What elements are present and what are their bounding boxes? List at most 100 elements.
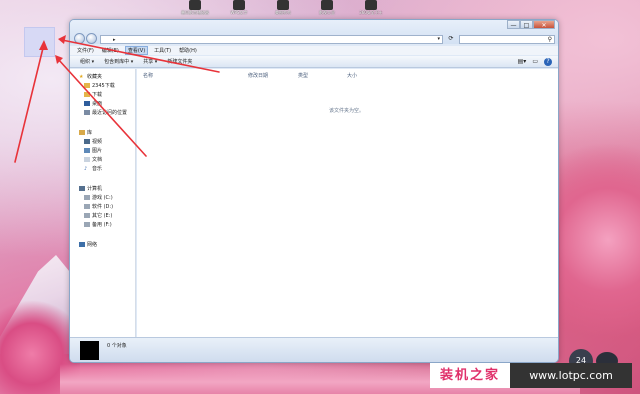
- desktop-icon: [84, 101, 90, 106]
- sidebar-item-documents[interactable]: 文档: [84, 156, 102, 163]
- breadcrumb-arrow-icon[interactable]: ▸: [113, 37, 116, 43]
- sidebar-favorites[interactable]: ★ 收藏夹: [79, 73, 102, 80]
- network-icon: [79, 242, 85, 247]
- desktop-selected-item[interactable]: [24, 27, 55, 57]
- column-header-type[interactable]: 类型: [298, 72, 308, 79]
- column-header-name[interactable]: 名称: [143, 72, 153, 79]
- menu-view[interactable]: 查看(V): [124, 46, 149, 55]
- sidebar-network[interactable]: 网络: [79, 241, 97, 248]
- annotation-arrowhead: [55, 55, 63, 64]
- navigation-pane: ★ 收藏夹 2345下载 下载 桌面 最近访问的位置 库 视频 图片 文档 ♪ 音乐…: [70, 69, 136, 338]
- desktop-icon-1[interactable]: 暴风影音播放器: [178, 0, 212, 18]
- window-titlebar[interactable]: ▸ ▾ ⟳ ⚲ — □ ✕: [70, 20, 558, 44]
- chevron-down-icon[interactable]: ▾: [437, 36, 440, 42]
- desktop-icon-label: 美图秀秀: [275, 10, 291, 15]
- desktop-icon-label: WPS文字: [230, 10, 248, 15]
- desktop-icon-4[interactable]: 影视大全: [310, 0, 344, 18]
- recent-places-icon: [84, 110, 90, 115]
- desktop-icon-3[interactable]: 美图秀秀: [266, 0, 300, 18]
- app-icon: [233, 0, 245, 10]
- watermark-cn: 装机之家: [430, 363, 510, 388]
- menu-file[interactable]: 文件(F): [75, 47, 96, 54]
- column-header-size[interactable]: 大小: [347, 72, 357, 79]
- new-folder-button[interactable]: 新建文件夹: [167, 58, 192, 65]
- file-list-pane[interactable]: 名称 修改日期 类型 大小 该文件夹为空。: [137, 69, 558, 338]
- window-controls: — □ ✕: [507, 20, 555, 29]
- sidebar-item-2345-download[interactable]: 2345下载: [84, 82, 115, 89]
- desktop-icon-label: 影视大全: [319, 10, 335, 15]
- include-in-library-button[interactable]: 包含到库中 ▾: [104, 58, 133, 65]
- menu-edit[interactable]: 编辑(E): [100, 47, 121, 54]
- sidebar-item-label: 库: [87, 130, 93, 136]
- folder-thumbnail: [80, 341, 99, 360]
- empty-folder-message: 该文件夹为空。: [329, 108, 365, 114]
- app-icon: [189, 0, 201, 10]
- desktop-icon-label: 360安全卫士: [359, 10, 383, 15]
- sidebar-item-label: 计算机: [87, 186, 103, 192]
- computer-icon: [79, 186, 85, 191]
- menu-help[interactable]: 帮助(H): [177, 47, 199, 54]
- star-icon: ★: [79, 74, 84, 80]
- menu-bar: 文件(F) 编辑(E) 查看(V) 工具(T) 帮助(H): [70, 46, 558, 55]
- folder-icon: [84, 92, 90, 97]
- watermark-url: www.lotpc.com: [510, 363, 632, 388]
- help-icon[interactable]: ?: [544, 58, 552, 66]
- sidebar-item-label: 视频: [92, 139, 103, 145]
- sidebar-item-label: 收藏夹: [87, 74, 103, 80]
- view-options-icon[interactable]: ▤▾: [518, 58, 527, 66]
- drive-icon: [84, 204, 90, 209]
- video-icon: [84, 139, 90, 144]
- drive-icon: [84, 195, 90, 200]
- refresh-icon[interactable]: ⟳: [446, 35, 456, 44]
- wallpaper-blossom-right: [560, 120, 640, 360]
- close-button[interactable]: ✕: [533, 20, 555, 29]
- sidebar-item-label: 文档: [92, 157, 103, 163]
- document-icon: [84, 157, 90, 162]
- sidebar-item-recent-places[interactable]: 最近访问的位置: [84, 109, 127, 116]
- annotation-arrow-line: [14, 43, 45, 163]
- sidebar-item-drive-c[interactable]: 游戏 (C:): [84, 194, 113, 201]
- menu-tools[interactable]: 工具(T): [152, 47, 173, 54]
- sidebar-item-label: 游戏 (C:): [92, 195, 113, 201]
- sidebar-item-label: 图片: [92, 148, 103, 154]
- sidebar-item-label: 软件 (D:): [92, 204, 114, 210]
- app-icon: [277, 0, 289, 10]
- sidebar-item-videos[interactable]: 视频: [84, 138, 102, 145]
- status-bar: 0 个对象: [70, 337, 558, 362]
- watermark: 装机之家 www.lotpc.com: [430, 363, 632, 388]
- app-icon: [321, 0, 333, 10]
- drive-icon: [84, 222, 90, 227]
- annotation-arrowhead: [58, 35, 66, 44]
- sidebar-item-drive-d[interactable]: 软件 (D:): [84, 203, 113, 210]
- sidebar-item-desktop[interactable]: 桌面: [84, 100, 102, 107]
- toolbar-right: ▤▾ ▭ ?: [518, 58, 552, 66]
- desktop-icon-5[interactable]: 360安全卫士: [354, 0, 388, 18]
- sidebar-computer[interactable]: 计算机: [79, 185, 102, 192]
- share-button[interactable]: 共享 ▾: [143, 58, 157, 65]
- minimize-button[interactable]: —: [507, 20, 520, 29]
- column-header-modified[interactable]: 修改日期: [248, 72, 268, 79]
- forward-button[interactable]: [86, 33, 97, 44]
- item-count: 0 个对象: [107, 343, 127, 349]
- music-icon: ♪: [84, 166, 88, 172]
- desktop-icon-2[interactable]: WPS文字: [222, 0, 256, 18]
- sidebar-item-label: 网络: [87, 242, 98, 248]
- sidebar-item-label: 最近访问的位置: [92, 110, 128, 116]
- app-icon: [365, 0, 377, 10]
- desktop-top-icons: 暴风影音播放器 WPS文字 美图秀秀 影视大全 360安全卫士: [178, 0, 388, 18]
- sidebar-item-label: 其它 (E:): [92, 213, 113, 219]
- sidebar-item-drive-f[interactable]: 备用 (F:): [84, 221, 112, 228]
- sidebar-libraries[interactable]: 库: [79, 129, 92, 136]
- library-icon: [79, 130, 85, 135]
- sidebar-item-downloads[interactable]: 下载: [84, 91, 102, 98]
- sidebar-item-drive-e[interactable]: 其它 (E:): [84, 212, 112, 219]
- sidebar-item-music[interactable]: ♪ 音乐: [84, 165, 102, 172]
- maximize-button[interactable]: □: [520, 20, 533, 29]
- preview-pane-icon[interactable]: ▭: [532, 58, 538, 66]
- back-button[interactable]: [74, 33, 85, 44]
- search-input[interactable]: ⚲: [459, 35, 555, 44]
- address-bar[interactable]: ▸ ▾: [100, 35, 443, 44]
- sidebar-item-pictures[interactable]: 图片: [84, 147, 102, 154]
- organize-button[interactable]: 组织 ▾: [80, 58, 94, 65]
- explorer-window: ▸ ▾ ⟳ ⚲ — □ ✕ 文件(F) 编辑(E) 查看(V) 工具(T) 帮助…: [69, 19, 559, 363]
